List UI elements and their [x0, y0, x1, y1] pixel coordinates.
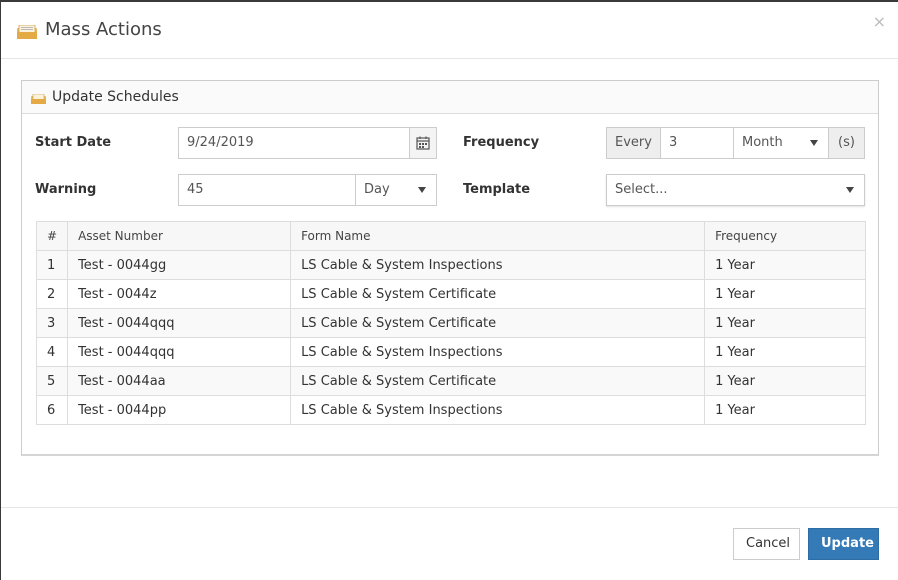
caret-down-icon	[846, 187, 854, 193]
update-schedules-panel: Update Schedules Start Date 9/24/2019 Fr…	[21, 80, 879, 456]
template-label: Template	[463, 182, 531, 197]
warning-unit-value: Day	[364, 182, 390, 197]
form-name-cell: LS Cable & System Certificate	[290, 308, 706, 338]
asset-number-cell: Test - 0044pp	[67, 395, 292, 425]
frequency-unit-value: Month	[742, 135, 783, 150]
frequency-cell: 1 Year	[704, 395, 866, 425]
modal-header: Mass Actions ×	[1, 2, 898, 59]
asset-number-cell: Test - 0044aa	[67, 366, 292, 396]
row-index: 6	[35, 395, 69, 425]
template-select-value: Select...	[615, 182, 668, 197]
row-index: 3	[35, 308, 69, 338]
asset-number-cell: Test - 0044z	[67, 279, 292, 309]
inbox-tray-icon	[17, 25, 37, 39]
table-row[interactable]: 3 Test - 0044qqq LS Cable & System Certi…	[35, 308, 866, 338]
row-index: 4	[35, 337, 69, 367]
form-name-cell: LS Cable & System Inspections	[290, 337, 706, 367]
table-row[interactable]: 1 Test - 0044gg LS Cable & System Inspec…	[35, 250, 866, 280]
frequency-unit-select[interactable]: Month	[733, 127, 829, 159]
form-name-cell: LS Cable & System Certificate	[290, 279, 706, 309]
update-button[interactable]: Update	[808, 528, 879, 560]
frequency-number-input[interactable]: 3	[660, 127, 734, 159]
row-index: 2	[35, 279, 69, 309]
asset-number-cell: Test - 0044gg	[67, 250, 292, 280]
column-header-form-name: Form Name	[290, 221, 706, 251]
start-date-label: Start Date	[35, 135, 112, 150]
close-button[interactable]: ×	[873, 14, 886, 30]
frequency-every-addon: Every	[606, 127, 661, 159]
template-select[interactable]: Select...	[606, 174, 865, 206]
modal-footer: Cancel Update	[1, 507, 898, 580]
cancel-button[interactable]: Cancel	[733, 528, 800, 560]
asset-number-cell: Test - 0044qqq	[67, 337, 292, 367]
table-row[interactable]: 2 Test - 0044z LS Cable & System Certifi…	[35, 279, 866, 309]
row-index: 5	[35, 366, 69, 396]
panel-heading: Update Schedules	[22, 81, 878, 114]
modal-title: Mass Actions	[45, 19, 162, 40]
form-name-cell: LS Cable & System Inspections	[290, 395, 706, 425]
warning-label: Warning	[35, 182, 97, 197]
frequency-cell: 1 Year	[704, 337, 866, 367]
table-row[interactable]: 4 Test - 0044qqq LS Cable & System Inspe…	[35, 337, 866, 367]
panel-title: Update Schedules	[52, 89, 179, 105]
mass-actions-modal: Mass Actions × Update Schedules Start Da…	[0, 0, 898, 580]
column-header-frequency: Frequency	[704, 221, 866, 251]
start-date-input[interactable]: 9/24/2019	[178, 127, 410, 159]
table-header-row: # Asset Number Form Name Frequency	[35, 221, 866, 251]
table-row[interactable]: 6 Test - 0044pp LS Cable & System Inspec…	[35, 395, 866, 425]
frequency-suffix-addon: (s)	[828, 127, 865, 159]
schedules-table: # Asset Number Form Name Frequency 1 Tes…	[35, 221, 866, 425]
frequency-cell: 1 Year	[704, 366, 866, 396]
caret-down-icon	[810, 140, 818, 146]
caret-down-icon	[418, 187, 426, 193]
frequency-cell: 1 Year	[704, 308, 866, 338]
warning-unit-select[interactable]: Day	[355, 174, 437, 206]
calendar-button[interactable]	[409, 127, 437, 159]
column-header-asset-number: Asset Number	[67, 221, 292, 251]
form-name-cell: LS Cable & System Inspections	[290, 250, 706, 280]
frequency-label: Frequency	[463, 135, 540, 150]
frequency-cell: 1 Year	[704, 279, 866, 309]
calendar-icon	[416, 136, 430, 150]
frequency-cell: 1 Year	[704, 250, 866, 280]
column-header-index: #	[35, 221, 69, 251]
table-row[interactable]: 5 Test - 0044aa LS Cable & System Certif…	[35, 366, 866, 396]
row-index: 1	[35, 250, 69, 280]
form-name-cell: LS Cable & System Certificate	[290, 366, 706, 396]
warning-input[interactable]: 45	[178, 174, 356, 206]
asset-number-cell: Test - 0044qqq	[67, 308, 292, 338]
inbox-tray-icon	[31, 94, 46, 104]
